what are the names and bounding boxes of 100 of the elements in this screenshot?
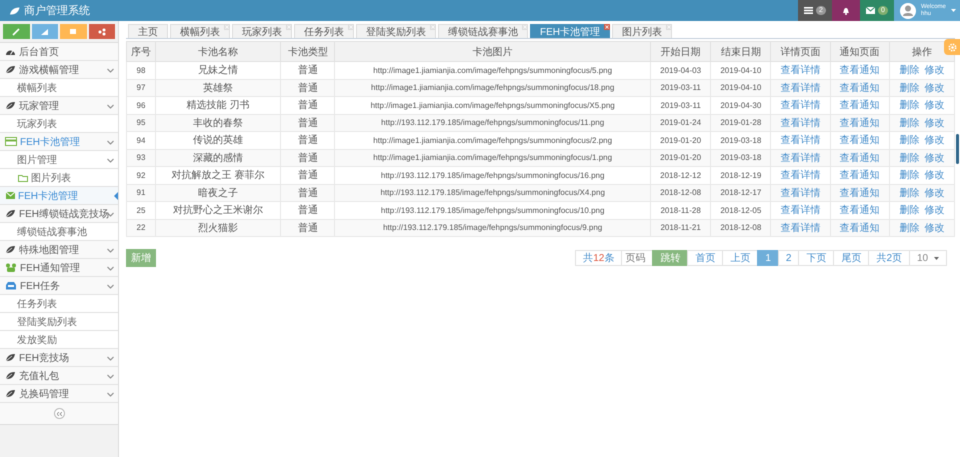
action-link[interactable]: 删除 <box>899 220 920 235</box>
sidebar-item[interactable]: 玩家列表 <box>0 115 118 133</box>
column-header: 序号 <box>126 42 156 62</box>
table-cell: 2019-01-20 <box>650 132 711 149</box>
table-cell: 2019-04-30 <box>710 96 771 114</box>
app-title: 商户管理系统 <box>24 4 90 18</box>
table-cell: http://image1.jiamianjia.com/image/fehpngs/summoningfocus/5.png <box>334 62 650 79</box>
sidebar-item[interactable]: 缚锁链战赛事池 <box>0 223 118 241</box>
table-cell: 普通 <box>280 96 335 114</box>
table-cell: 普通 <box>280 79 335 96</box>
action-link[interactable]: 修改 <box>924 220 944 235</box>
action-link[interactable]: 修改 <box>924 150 944 165</box>
sidebar-item[interactable]: FEH缚锁链战竞技场 <box>0 205 118 223</box>
table-cell: http://image1.jiamianjia.com/image/fehpngs/summoningfocus/18.png <box>334 79 650 96</box>
tab[interactable]: 主页 <box>128 24 168 38</box>
sidebar-item[interactable]: FEH卡池管理 <box>0 133 118 151</box>
table-cell: 92 <box>126 166 156 184</box>
table-cell: 2018-12-08 <box>710 219 771 236</box>
sidebar-item[interactable]: FEH通知管理 <box>0 259 118 277</box>
table-cell: 93 <box>126 149 156 166</box>
table-cell: 2019-03-11 <box>650 79 711 96</box>
tab[interactable]: 缚锁链战赛事池 <box>438 24 528 38</box>
column-header: 卡池名称 <box>155 42 281 62</box>
table-cell: 98 <box>126 62 156 79</box>
table-cell: 普通 <box>280 62 335 79</box>
page-link[interactable]: 2 <box>778 250 800 266</box>
action-link[interactable]: 修改 <box>924 133 944 148</box>
action-link[interactable]: 修改 <box>924 203 944 218</box>
action-link[interactable]: 修改 <box>924 63 944 78</box>
action-link[interactable]: 删除 <box>899 98 920 112</box>
action-link[interactable]: 修改 <box>924 168 944 182</box>
sidebar-item[interactable]: 横幅列表 <box>0 79 118 97</box>
sidebar-item[interactable]: 兑换码管理 <box>0 385 118 403</box>
table-cell: 2018-12-05 <box>710 202 771 219</box>
sidebar-item[interactable]: 任务列表 <box>0 295 118 313</box>
action-link[interactable]: 修改 <box>924 116 944 130</box>
sidebar-item[interactable]: FEH卡池管理 <box>0 187 118 205</box>
table-cell: http://image1.jiamianjia.com/image/fehpngs/summoningfocus/1.png <box>334 149 650 166</box>
action-link[interactable]: 删除 <box>899 63 920 78</box>
table-cell: 普通 <box>280 219 335 236</box>
column-header: 详情页面 <box>770 42 830 62</box>
sidebar-item[interactable]: FEH竞技场 <box>0 349 118 367</box>
next-page-link[interactable]: 下页 <box>798 250 834 266</box>
table-cell: http://193.112.179.185/image/fehpngs/summoningfocus/9.png <box>334 219 650 236</box>
table-cell: 2019-04-10 <box>710 79 771 96</box>
table-cell: http://image1.jiamianjia.com/image/fehpngs/summoningfocus/X5.png <box>334 96 650 114</box>
sidebar-item[interactable]: 特殊地图管理 <box>0 241 118 259</box>
action-link[interactable]: 删除 <box>899 150 920 165</box>
table-cell: 2019-01-20 <box>650 149 711 166</box>
prev-page-link[interactable]: 上页 <box>722 250 758 266</box>
action-link[interactable]: 删除 <box>899 133 920 148</box>
sidebar-item[interactable]: 后台首页 <box>0 43 118 61</box>
page-input[interactable]: 页码 <box>621 250 654 266</box>
first-page-link[interactable]: 首页 <box>687 250 724 266</box>
action-link[interactable]: 删除 <box>899 203 920 218</box>
sidebar-item[interactable]: 图片列表 <box>0 169 118 187</box>
last-page-link[interactable]: 尾页 <box>833 250 870 266</box>
table-cell: 2019-01-28 <box>710 114 771 132</box>
page-size-select[interactable]: 10 <box>909 250 947 266</box>
action-link[interactable]: 修改 <box>924 186 944 200</box>
action-link[interactable]: 删除 <box>899 168 920 182</box>
table-cell: 2018-12-19 <box>710 166 771 184</box>
sidebar-item[interactable]: 游戏横幅管理 <box>0 61 118 79</box>
table-cell: 2019-03-18 <box>710 149 771 166</box>
table-cell: 英雄祭 <box>155 79 281 96</box>
tab[interactable]: 登陆奖励列表 <box>356 24 436 38</box>
add-button[interactable]: 新增 <box>126 249 156 267</box>
table-cell: 2019-03-11 <box>650 96 711 114</box>
table-cell: 2018-11-28 <box>650 202 711 219</box>
tab[interactable]: 图片列表 <box>612 24 672 38</box>
page-link[interactable]: 1 <box>757 250 779 266</box>
sidebar-item[interactable]: 充值礼包 <box>0 367 118 385</box>
sidebar-item[interactable]: 图片管理 <box>0 151 118 169</box>
total-count: 共12条 <box>575 250 622 266</box>
table-cell: 95 <box>126 114 156 132</box>
tab[interactable]: FEH卡池管理 <box>530 24 610 38</box>
jump-button[interactable]: 跳转 <box>652 250 688 266</box>
sidebar-item[interactable]: 玩家管理 <box>0 97 118 115</box>
column-header: 开始日期 <box>650 42 711 62</box>
table-cell: 25 <box>126 202 156 219</box>
action-link[interactable]: 删除 <box>899 186 920 200</box>
table-cell: 91 <box>126 184 156 202</box>
table-cell: http://193.112.179.185/image/fehpngs/summoningfocus/11.png <box>334 114 650 132</box>
table-cell: 兄妹之情 <box>155 62 281 79</box>
tab[interactable]: 横幅列表 <box>170 24 230 38</box>
sidebar-item[interactable]: 登陆奖励列表 <box>0 313 118 331</box>
tab[interactable]: 玩家列表 <box>232 24 292 38</box>
table-cell: 普通 <box>280 202 335 219</box>
table-cell: 97 <box>126 79 156 96</box>
table-cell: 2018-12-12 <box>650 166 711 184</box>
action-link[interactable]: 修改 <box>924 80 944 95</box>
tab[interactable]: 任务列表 <box>294 24 354 38</box>
action-link[interactable]: 删除 <box>899 116 920 130</box>
table-cell: http://image1.jiamianjia.com/image/fehpngs/summoningfocus/2.png <box>334 132 650 149</box>
sidebar-item[interactable]: 发放奖励 <box>0 331 118 349</box>
sidebar-item[interactable]: FEH任务 <box>0 277 118 295</box>
action-link[interactable]: 删除 <box>899 80 920 95</box>
column-header: 结束日期 <box>710 42 771 62</box>
table-cell: 传说的英雄 <box>155 132 281 149</box>
action-link[interactable]: 修改 <box>924 98 944 112</box>
